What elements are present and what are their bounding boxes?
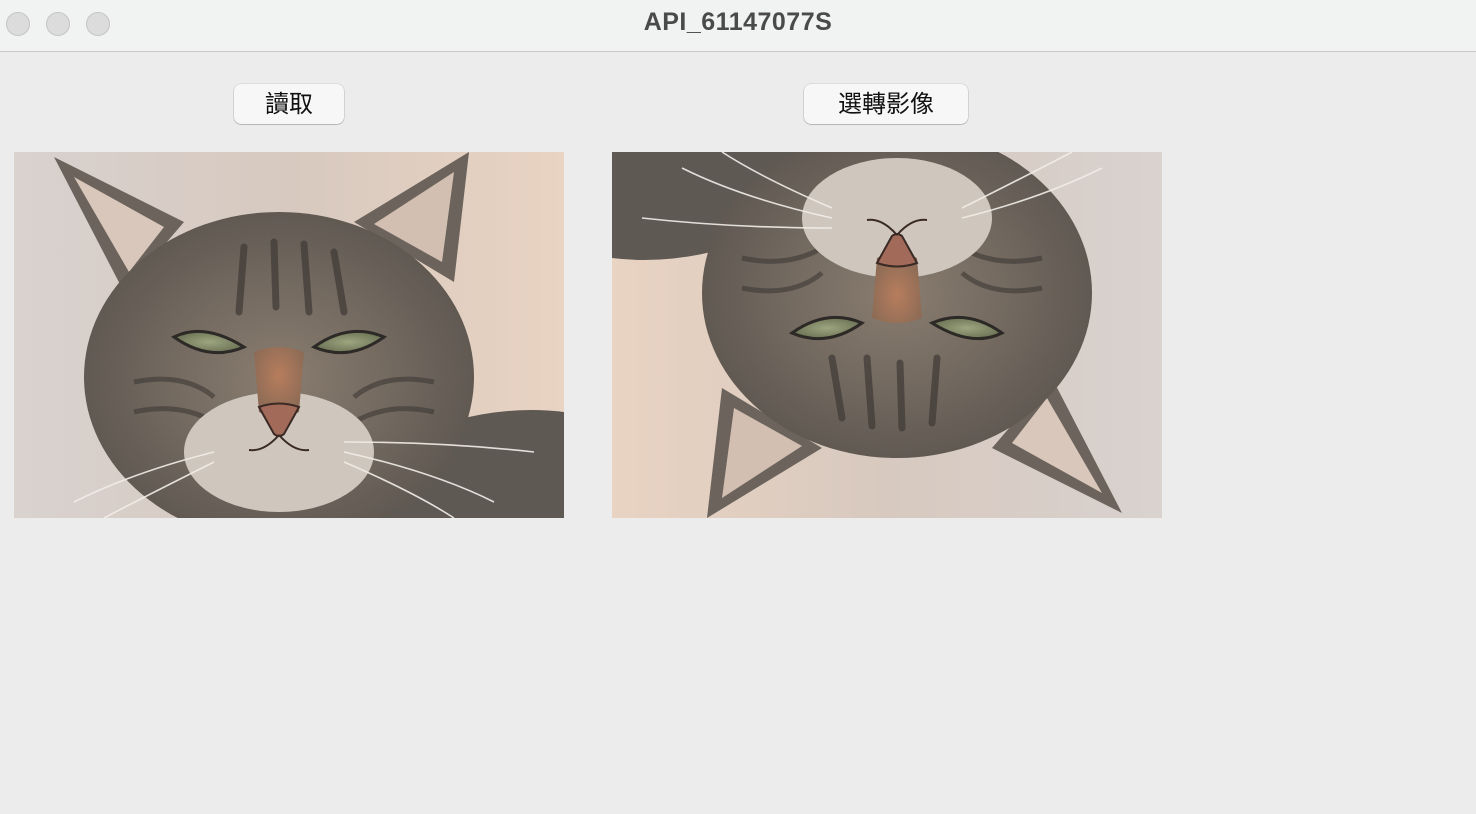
original-image — [14, 152, 564, 518]
app-window: API_61147077S 讀取 選轉影像 — [0, 0, 1476, 814]
title-bar[interactable]: API_61147077S — [0, 0, 1476, 52]
rotated-image — [612, 152, 1162, 518]
cat-photo — [14, 152, 564, 518]
cat-photo-rotated — [612, 152, 1162, 518]
window-title: API_61147077S — [643, 8, 833, 36]
read-button[interactable]: 讀取 — [234, 84, 344, 124]
rotate-image-button[interactable]: 選轉影像 — [804, 84, 968, 124]
